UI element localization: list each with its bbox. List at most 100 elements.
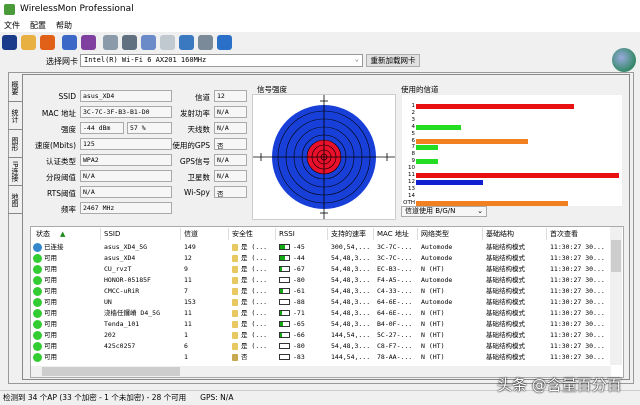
freq-field: 2467 MHz <box>80 202 172 214</box>
security-text: 是 (... <box>241 287 268 295</box>
available-icon <box>33 309 42 318</box>
channel-bar <box>416 138 528 144</box>
column-header-first-seen[interactable]: 首次查看 <box>547 228 611 240</box>
first-seen-cell: 11:30:27 30... <box>550 309 605 317</box>
rssi-cell: -44 <box>279 253 305 264</box>
ssid-cell: 202 <box>104 331 116 339</box>
menu-help[interactable]: 帮助 <box>56 20 72 31</box>
channel-field: 12 <box>214 90 247 102</box>
table-row[interactable]: 可用 425c0257 6 是 (... -80 54,48,3... C8-F7-... N… <box>31 341 611 352</box>
ssid-cell: CU_rvzT <box>104 265 132 273</box>
network-type-cell: N (HT) <box>421 265 445 273</box>
channel-band-select[interactable]: 信道使用 B/G/N ⌄ <box>401 206 487 217</box>
table-row[interactable]: 可用 202 1 是 (... -66 144,54,... 5C-27-... N (HT)… <box>31 330 611 341</box>
unlocked-icon <box>232 353 238 361</box>
column-header-channel[interactable]: 信道 <box>181 228 229 240</box>
network-type-cell: N (HT) <box>421 309 445 317</box>
rssi-value: -71 <box>293 309 305 317</box>
signal-bar-icon <box>279 321 290 327</box>
ssid-cell: 浇樯任鑼嵴 D4_5G <box>104 309 160 317</box>
table-row[interactable]: 可用 asus_XD4 12 是 (... -44 54,48,3... 3C-7C-...… <box>31 253 611 264</box>
export-icon[interactable] <box>103 35 118 50</box>
channel-label: 信道 <box>195 93 210 102</box>
available-icon <box>33 320 42 329</box>
reload-adapter-button[interactable]: 重新加载网卡 <box>366 54 420 67</box>
wispy-label: Wi-Spy <box>183 188 210 197</box>
save-icon[interactable] <box>2 35 17 50</box>
column-header-status[interactable]: 状态 ▲ <box>33 228 101 240</box>
gps-status: GPS: N/A <box>200 393 234 402</box>
security-text: 是 (... <box>241 254 268 262</box>
channel-bar <box>416 104 575 109</box>
clipboard-icon[interactable] <box>160 35 175 50</box>
column-header-ssid[interactable]: SSID <box>101 228 181 240</box>
network-type-cell: Automode <box>421 298 453 306</box>
satellites-field: N/A <box>214 170 247 182</box>
help-icon[interactable] <box>217 35 232 50</box>
security-text: 是 (... <box>241 309 268 317</box>
table-row[interactable]: 可用 HONOR-05185F 11 是 (... -80 54,48,3... F4-A5… <box>31 275 611 286</box>
channel-cell: 1 <box>184 331 188 339</box>
menu-bar: 文件 配置 帮助 <box>0 18 640 32</box>
status-text: 已连接 <box>44 243 64 251</box>
mac-label: MAC 地址 <box>41 109 76 118</box>
available-icon <box>33 353 42 362</box>
column-header-rssi[interactable]: RSSI <box>276 228 328 240</box>
ssid-cell: asus_XD4 <box>104 254 136 262</box>
first-seen-cell: 11:30:27 30... <box>550 342 605 350</box>
channel-bar <box>416 179 483 185</box>
lock-icon <box>232 287 238 295</box>
txpower-label: 发射功率 <box>180 109 210 118</box>
record-icon[interactable] <box>40 35 55 50</box>
rssi-cell: -83 <box>279 352 305 363</box>
signal-bar-icon <box>279 266 290 272</box>
table-row[interactable]: 可用 CU_rvzT 9 是 (... -67 54,48,3... EC-B3-... N … <box>31 264 611 275</box>
ssid-label: SSID <box>58 92 76 101</box>
network2-icon[interactable] <box>81 35 96 50</box>
vertical-scroll-thumb[interactable] <box>611 240 621 272</box>
adapter-select[interactable]: Intel(R) Wi-Fi 6 AX201 160MHz ⌄ <box>80 54 363 67</box>
network-icon[interactable] <box>62 35 77 50</box>
status-text: 可用 <box>44 287 57 295</box>
table-row[interactable]: 可用 UN 153 是 (... -88 54,48,3... 64-6E-... Autom… <box>31 297 611 308</box>
security-text: 是 (... <box>241 243 268 251</box>
menu-config[interactable]: 配置 <box>30 20 46 31</box>
table-row[interactable]: 可用 Tenda_101 11 是 (... -65 54,48,3... B4-0F-..… <box>31 319 611 330</box>
channel-cell: 11 <box>184 309 192 317</box>
table-row[interactable]: 可用 CMCC-uRiR 7 是 (... -61 54,48,3... C4-33-...… <box>31 286 611 297</box>
network-type-cell: N (HT) <box>421 320 445 328</box>
signal-bar-icon <box>279 310 290 316</box>
table-row[interactable]: 可用 浇樯任鑼嵴 D4_5G 11 是 (... -71 54,48,3... 64-6E-… <box>31 308 611 319</box>
available-icon <box>33 254 42 263</box>
table-row[interactable]: 可用 1 否 -83 144,54,... 78-AA-... N (HT) 基础结构模式 11… <box>31 352 611 363</box>
lock-icon <box>232 331 238 339</box>
horizontal-scroll-thumb[interactable] <box>42 367 180 376</box>
info-chat-icon[interactable] <box>198 35 213 50</box>
first-seen-cell: 11:30:27 30... <box>550 353 605 361</box>
rates-cell: 54,48,3... <box>331 276 371 284</box>
column-header-infrastructure[interactable]: 基础结构 <box>483 228 547 240</box>
open-folder-icon[interactable] <box>21 35 36 50</box>
infrastructure-cell: 基础结构模式 <box>486 276 525 284</box>
security-cell: 是 (... <box>232 308 267 319</box>
infrastructure-cell: 基础结构模式 <box>486 342 525 350</box>
sort-ascending-icon: ▲ <box>60 230 66 238</box>
column-header-mac[interactable]: MAC 地址 <box>374 228 418 240</box>
table-row[interactable]: 已连接 asus_XD4_5G 149 是 (... -45 300,54,... 3C-7… <box>31 242 611 253</box>
signal-bar-icon <box>279 332 290 338</box>
column-header-security[interactable]: 安全性 <box>229 228 276 240</box>
status-text: 可用 <box>44 298 57 306</box>
rates-cell: 144,54,... <box>331 331 371 339</box>
column-header-network-type[interactable]: 网络类型 <box>418 228 483 240</box>
checklist-icon[interactable] <box>141 35 156 50</box>
menu-file[interactable]: 文件 <box>4 20 20 31</box>
print-icon[interactable] <box>122 35 137 50</box>
info-globe-icon[interactable] <box>179 35 194 50</box>
mac-cell: 5C-27-... <box>377 331 413 339</box>
security-text: 否 <box>241 353 248 361</box>
channel-cell: 149 <box>184 243 196 251</box>
security-cell: 是 (... <box>232 253 267 264</box>
column-header-rates[interactable]: 支持的速率 <box>328 228 374 240</box>
security-cell: 是 (... <box>232 242 267 253</box>
chevron-down-icon: ⌄ <box>477 207 483 215</box>
